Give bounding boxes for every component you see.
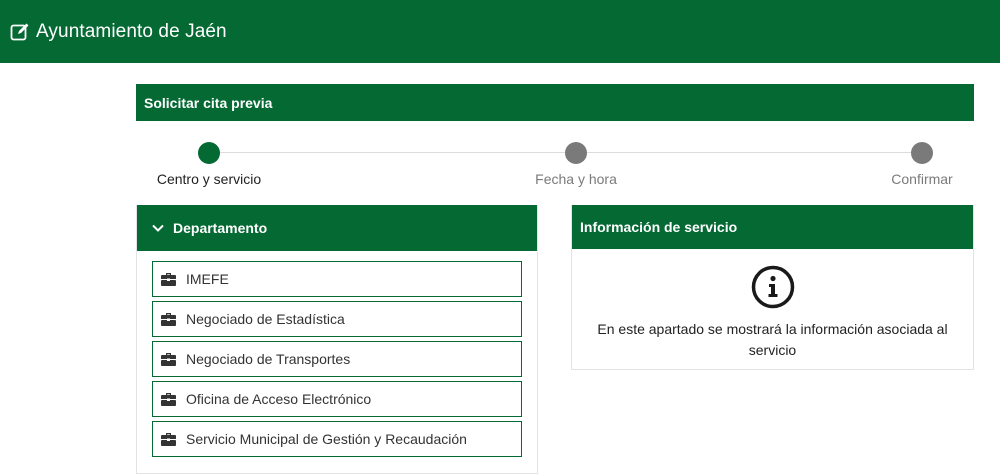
department-item-acceso-electronico[interactable]: Oficina de Acceso Electrónico bbox=[152, 381, 522, 417]
step-label: Centro y servicio bbox=[156, 171, 262, 187]
department-title: Departamento bbox=[173, 220, 268, 236]
department-label: Oficina de Acceso Electrónico bbox=[186, 391, 372, 407]
briefcase-icon bbox=[161, 432, 176, 446]
edit-icon bbox=[10, 22, 30, 42]
step-label: Fecha y hora bbox=[535, 171, 617, 187]
department-label: IMEFE bbox=[186, 271, 229, 287]
service-info-title: Información de servicio bbox=[572, 205, 973, 249]
step-dot bbox=[198, 142, 220, 164]
briefcase-icon bbox=[161, 392, 176, 406]
service-info-body: En este apartado se mostrará la informac… bbox=[572, 249, 973, 361]
department-list: IMEFE Negociado de Estadística Negociado… bbox=[137, 251, 537, 457]
step-dot bbox=[911, 142, 933, 164]
department-label: Servicio Municipal de Gestión y Recaudac… bbox=[186, 431, 467, 447]
service-info-card: Información de servicio En este apartado… bbox=[571, 205, 974, 370]
step-label: Confirmar bbox=[891, 171, 953, 187]
app-title: Ayuntamiento de Jaén bbox=[36, 20, 227, 42]
chevron-down-icon bbox=[151, 221, 165, 235]
department-label: Negociado de Transportes bbox=[186, 351, 351, 367]
step-confirmar[interactable]: Confirmar bbox=[884, 142, 960, 187]
briefcase-icon bbox=[161, 352, 176, 366]
stepper: Centro y servicio Fecha y hora Confirmar bbox=[136, 140, 974, 190]
step-dot bbox=[565, 142, 587, 164]
top-bar: Ayuntamiento de Jaén bbox=[0, 0, 1000, 63]
department-item-estadistica[interactable]: Negociado de Estadística bbox=[152, 301, 522, 337]
info-icon bbox=[751, 265, 795, 309]
step-fecha-hora[interactable]: Fecha y hora bbox=[522, 142, 630, 187]
briefcase-icon bbox=[161, 272, 176, 286]
step-centro-servicio[interactable]: Centro y servicio bbox=[152, 142, 266, 187]
department-item-gestion-recaudacion[interactable]: Servicio Municipal de Gestión y Recaudac… bbox=[152, 421, 522, 457]
department-card: Departamento IMEFE Negociado de Estadíst… bbox=[136, 205, 538, 474]
department-label: Negociado de Estadística bbox=[186, 311, 345, 327]
department-header[interactable]: Departamento bbox=[137, 205, 537, 251]
panel-title: Solicitar cita previa bbox=[136, 84, 974, 121]
department-item-imefe[interactable]: IMEFE bbox=[152, 261, 522, 297]
briefcase-icon bbox=[161, 312, 176, 326]
department-item-transportes[interactable]: Negociado de Transportes bbox=[152, 341, 522, 377]
service-info-message: En este apartado se mostrará la informac… bbox=[597, 321, 948, 358]
